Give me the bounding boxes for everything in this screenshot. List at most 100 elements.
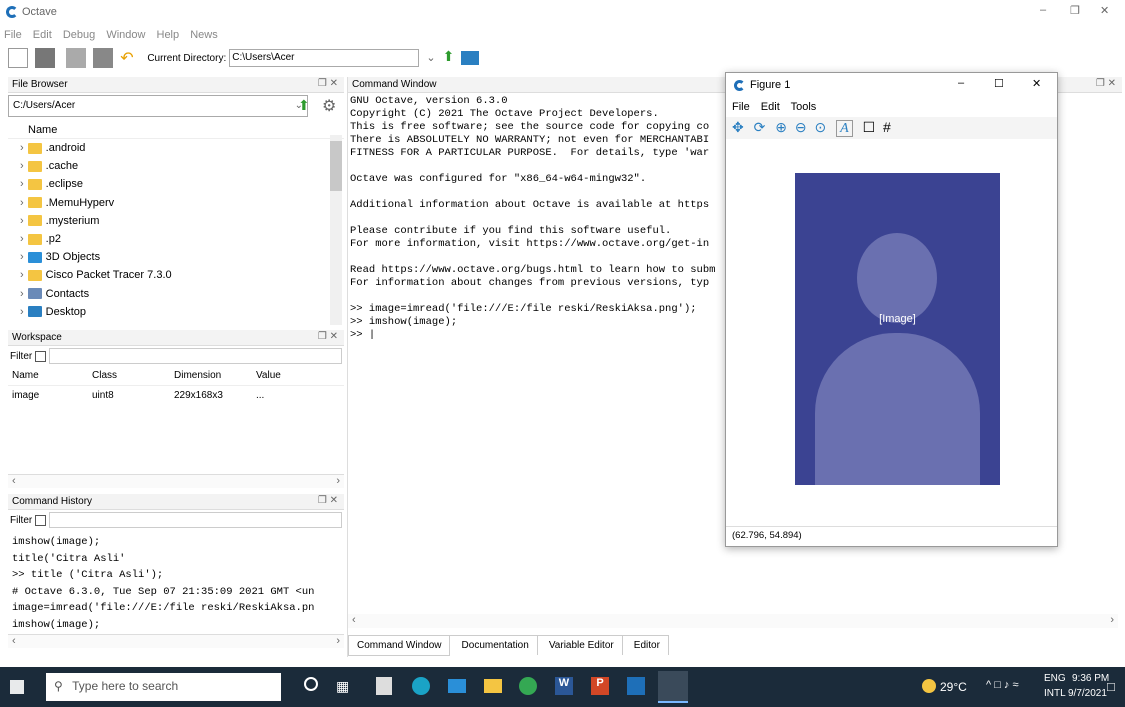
chevron-right-icon[interactable]: › [20, 233, 24, 245]
panel-controls-icon[interactable]: ❐ ✕ [1096, 78, 1116, 89]
zoom-out-icon[interactable]: ⊖ [795, 119, 807, 135]
cwd-dropdown-icon[interactable]: ⌄ [426, 52, 435, 64]
list-item[interactable]: › Contacts [8, 285, 344, 303]
col-dimension[interactable]: Dimension [174, 370, 256, 381]
file-browser-path[interactable]: C:/Users/Acer ⌄ [8, 95, 308, 117]
zoom-reset-icon[interactable]: ⊙ [815, 119, 827, 135]
filter-input[interactable] [49, 512, 342, 528]
axes-box-icon[interactable]: ☐ [863, 119, 876, 135]
col-name[interactable]: Name [8, 370, 92, 381]
history-entry[interactable]: >> title ('Citra Asli'); [12, 567, 330, 584]
pan-icon[interactable]: ✥ [732, 119, 744, 135]
fig-menu-file[interactable]: File [732, 101, 750, 113]
figure-maximize-button[interactable]: ☐ [994, 77, 1004, 90]
lang-indicator[interactable]: ENG [1044, 673, 1066, 684]
chevron-right-icon[interactable]: › [20, 269, 24, 281]
copy-icon[interactable] [66, 48, 87, 69]
store-icon[interactable] [376, 677, 392, 695]
col-value[interactable]: Value [256, 370, 281, 381]
list-item[interactable]: › 3D Objects [8, 248, 344, 266]
lang-indicator-sub[interactable]: INTL [1044, 688, 1066, 699]
workspace-hscrollbar[interactable]: ‹ › [8, 474, 344, 488]
gear-icon[interactable]: ⚙ [322, 96, 336, 116]
filter-checkbox[interactable] [35, 350, 47, 362]
undo-icon[interactable]: ↶ [120, 48, 140, 68]
tab-editor[interactable]: Editor [626, 636, 669, 655]
new-file-icon[interactable] [8, 48, 28, 69]
start-button[interactable] [10, 680, 24, 694]
command-window-hscrollbar[interactable]: ‹ › [348, 614, 1118, 628]
list-item[interactable]: › Cisco Packet Tracer 7.3.0 [8, 266, 344, 284]
history-entry[interactable]: imshow(image); [12, 534, 330, 551]
history-hscrollbar[interactable]: ‹ › [8, 634, 344, 648]
file-browser-scrollbar[interactable] [330, 135, 342, 325]
photos-icon[interactable] [627, 677, 645, 695]
panel-controls-icon[interactable]: ❐ ✕ [318, 78, 338, 89]
list-item[interactable]: › .mysterium [8, 212, 344, 230]
browse-folder-icon[interactable] [461, 51, 480, 66]
list-item[interactable]: › Desktop [8, 303, 344, 321]
menu-file[interactable]: File [0, 24, 26, 41]
clock-date[interactable]: 9/7/2021 [1068, 688, 1107, 699]
minimize-button[interactable]: – [1040, 4, 1046, 16]
octave-taskbar-icon[interactable] [658, 671, 688, 703]
fig-menu-edit[interactable]: Edit [761, 101, 780, 113]
mail-icon[interactable] [448, 679, 466, 693]
panel-controls-icon[interactable]: ❐ ✕ [318, 495, 338, 506]
powerpoint-icon[interactable]: P [591, 677, 609, 695]
close-button[interactable]: ✕ [1100, 4, 1109, 17]
taskbar-search[interactable]: ⚲ Type here to search [46, 673, 281, 701]
chevron-right-icon[interactable]: › [20, 197, 24, 209]
cwd-input[interactable]: C:\Users\Acer [229, 49, 420, 68]
paste-icon[interactable] [93, 48, 114, 69]
tab-variable-editor[interactable]: Variable Editor [541, 636, 623, 655]
chevron-right-icon[interactable]: › [20, 306, 24, 318]
edge-icon[interactable] [412, 677, 430, 695]
list-item[interactable]: › .android [8, 139, 344, 157]
name-column-header[interactable]: Name [28, 124, 57, 136]
grid-icon[interactable]: # [883, 119, 891, 135]
list-item[interactable]: › .cache [8, 157, 344, 175]
panel-controls-icon[interactable]: ❐ ✕ [318, 331, 338, 342]
zoom-in-icon[interactable]: ⊕ [775, 119, 787, 135]
history-entry[interactable]: imshow(image); [12, 617, 330, 634]
rotate-icon[interactable]: ⟳ [754, 119, 766, 135]
table-row[interactable]: image uint8 229x168x3 ... [8, 386, 344, 404]
chevron-right-icon[interactable]: › [20, 288, 24, 300]
list-item[interactable]: › .p2 [8, 230, 344, 248]
parent-dir-icon[interactable]: ⬆ [298, 97, 310, 114]
open-folder-icon[interactable] [35, 48, 56, 69]
history-entry[interactable]: # Octave 6.3.0, Tue Sep 07 21:35:09 2021… [12, 584, 330, 601]
menu-news[interactable]: News [186, 24, 222, 41]
chevron-right-icon[interactable]: › [20, 142, 24, 154]
tab-documentation[interactable]: Documentation [454, 636, 538, 655]
chevron-right-icon[interactable]: › [20, 160, 24, 172]
history-entry[interactable]: image=imread('file:///E:/file reski/Resk… [12, 600, 330, 617]
chrome-icon[interactable] [519, 677, 537, 695]
chevron-right-icon[interactable]: › [20, 215, 24, 227]
history-entry[interactable]: title('Citra Asli' [12, 551, 330, 568]
col-class[interactable]: Class [92, 370, 174, 381]
file-explorer-icon[interactable] [484, 679, 502, 693]
figure-minimize-button[interactable]: – [958, 77, 964, 89]
chevron-right-icon[interactable]: › [20, 178, 24, 190]
menu-window[interactable]: Window [102, 24, 149, 41]
list-item[interactable]: › .MemuHyperv [8, 194, 344, 212]
chevron-right-icon[interactable]: › [20, 251, 24, 263]
tab-command-window[interactable]: Command Window [348, 636, 451, 656]
menu-edit[interactable]: Edit [29, 24, 56, 41]
parent-dir-icon[interactable]: ⬆ [443, 48, 455, 64]
notification-icon[interactable]: □ [1107, 679, 1115, 694]
menu-debug[interactable]: Debug [59, 24, 99, 41]
word-icon[interactable]: W [555, 677, 573, 695]
list-item[interactable]: › .eclipse [8, 175, 344, 193]
fig-menu-tools[interactable]: Tools [791, 101, 817, 113]
cortana-icon[interactable] [304, 677, 318, 691]
tray-icons[interactable]: ^ □ ♪ ≈ [986, 679, 1019, 691]
filter-input[interactable] [49, 348, 342, 364]
file-list-header[interactable]: Name [8, 119, 344, 139]
maximize-button[interactable]: ❐ [1070, 4, 1080, 17]
clock-time[interactable]: 9:36 PM [1072, 673, 1109, 684]
task-view-icon[interactable]: ▦ [336, 678, 349, 695]
menu-help[interactable]: Help [153, 24, 184, 41]
